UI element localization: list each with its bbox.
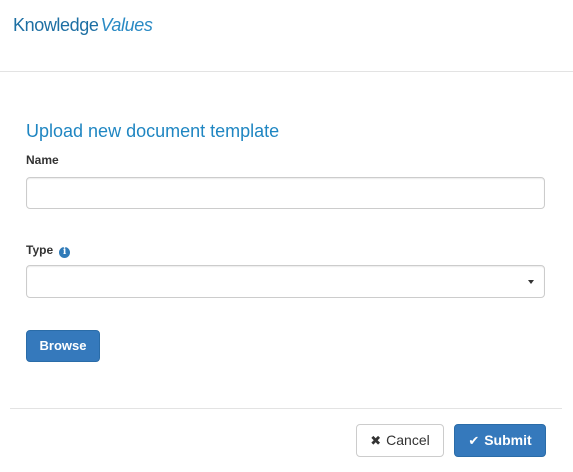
footer-divider (10, 408, 562, 409)
type-select[interactable] (26, 265, 545, 298)
logo-secondary-text: Values (100, 15, 153, 35)
name-label: Name (26, 152, 59, 168)
form-title: Upload new document template (26, 121, 280, 141)
close-icon: ✖ (370, 434, 382, 449)
cancel-button-label: Cancel (386, 432, 430, 448)
type-label-text: Type (26, 243, 54, 257)
cancel-button[interactable]: ✖ Cancel (356, 424, 444, 457)
name-label-text: Name (26, 153, 59, 167)
info-circle-icon[interactable]: i (59, 247, 71, 258)
logo-primary-text: Knowledge (13, 15, 99, 35)
submit-button[interactable]: ✔ Submit (454, 424, 546, 457)
caret-down-icon (528, 280, 534, 284)
submit-button-label: Submit (484, 432, 532, 448)
browse-button[interactable]: Browse (26, 330, 100, 362)
name-input[interactable] (26, 177, 545, 209)
page-header: Knowledge Values (0, 0, 573, 72)
app-logo[interactable]: Knowledge Values (13, 13, 153, 37)
check-icon: ✔ (468, 434, 480, 449)
type-label: Type i (26, 242, 71, 258)
